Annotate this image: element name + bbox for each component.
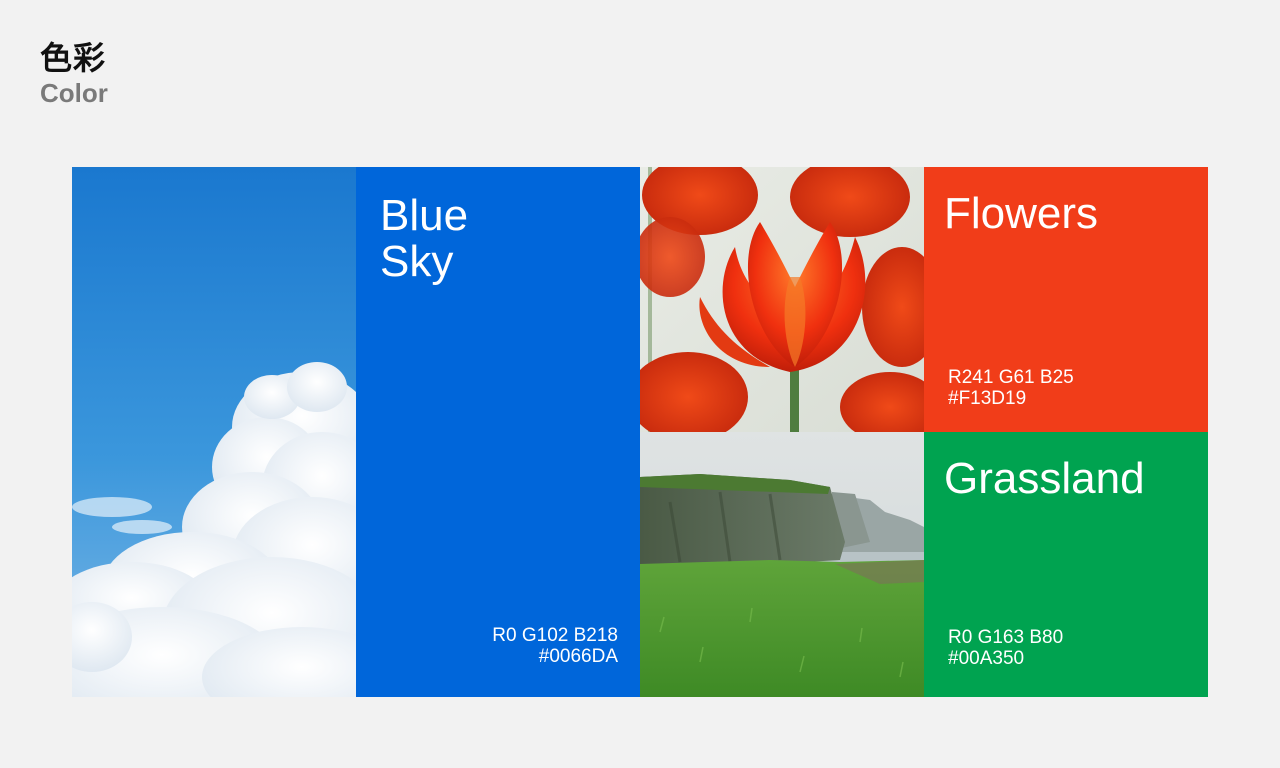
blue-sky-values: R0 G102 B218 #0066DA [492, 625, 618, 667]
page-title-chinese: 色彩 [40, 39, 107, 77]
flowers-rgb: R241 G61 B25 [948, 367, 1074, 388]
page-title-english: Color [40, 78, 108, 108]
tulips-photo [640, 167, 924, 432]
cliffs-photo [640, 432, 924, 697]
grassland-label: Grassland [944, 454, 1145, 503]
flowers-hex: #F13D19 [948, 388, 1027, 409]
grassland-hex: #00A350 [948, 648, 1025, 669]
grassland-values: R0 G163 B80 #00A350 [948, 627, 1063, 669]
color-board: Blue Sky R0 G102 B218 #0066DA Flowers R2… [72, 167, 1208, 697]
flowers-values: R241 G61 B25 #F13D19 [948, 367, 1074, 409]
grassland-rgb: R0 G163 B80 [948, 627, 1064, 648]
flowers-swatch: Flowers R241 G61 B25 #F13D19 [924, 167, 1208, 432]
blue-sky-rgb: R0 G102 B218 [492, 625, 618, 646]
blue-sky-swatch: Blue Sky R0 G102 B218 #0066DA [356, 167, 640, 697]
sky-photo [72, 167, 356, 697]
blue-sky-hex: #0066DA [538, 646, 618, 667]
blue-sky-label: Blue Sky [380, 191, 469, 286]
grassland-swatch: Grassland R0 G163 B80 #00A350 [924, 432, 1208, 697]
flowers-label: Flowers [944, 189, 1099, 238]
page-header: 色彩 Color [40, 38, 108, 108]
